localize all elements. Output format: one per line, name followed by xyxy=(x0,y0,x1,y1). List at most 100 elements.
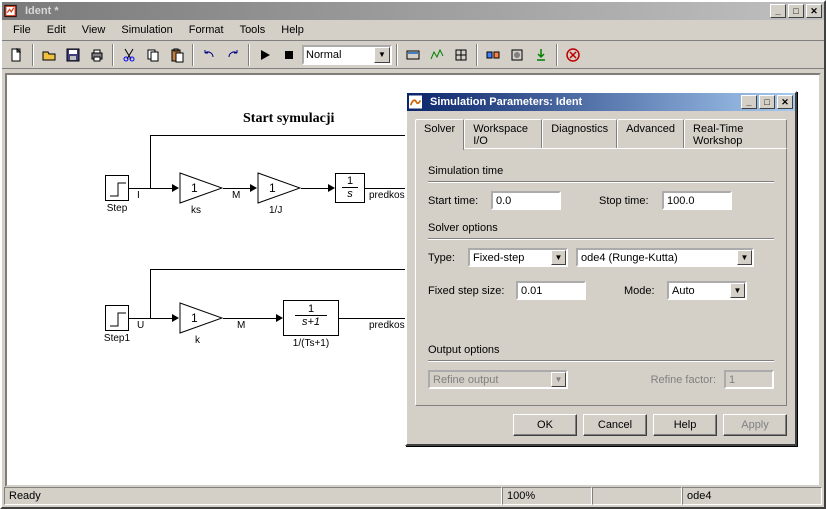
wire xyxy=(129,188,177,189)
undo-icon[interactable] xyxy=(198,44,220,66)
signal-I: I xyxy=(137,190,140,201)
select-solver[interactable]: ode4 (Runge-Kutta) ▼ xyxy=(576,248,754,267)
menu-help[interactable]: Help xyxy=(274,22,311,38)
label-step: Step xyxy=(101,203,133,214)
label-type: Type: xyxy=(428,252,460,264)
main-titlebar: Ident * _ □ ✕ xyxy=(2,2,824,20)
redo-icon[interactable] xyxy=(222,44,244,66)
close-button[interactable]: ✕ xyxy=(806,4,822,18)
out-label-1: predkosc xyxy=(369,190,410,201)
wire xyxy=(150,269,410,270)
label-k: k xyxy=(195,335,200,346)
arrow-icon xyxy=(172,184,179,192)
dialog-maximize-button[interactable]: □ xyxy=(759,95,775,109)
block-transfer-fcn[interactable]: 1 s+1 xyxy=(283,300,339,336)
apply-button: Apply xyxy=(723,414,787,436)
wire xyxy=(150,135,151,188)
select-type-value: Fixed-step xyxy=(470,252,551,264)
arrow-icon xyxy=(250,184,257,192)
svg-text:1: 1 xyxy=(191,181,198,195)
tool-icon-4[interactable] xyxy=(482,44,504,66)
tab-solver[interactable]: Solver xyxy=(415,119,464,150)
select-type[interactable]: Fixed-step ▼ xyxy=(468,248,568,267)
wire xyxy=(223,318,281,319)
tab-rtw[interactable]: Real-Time Workshop xyxy=(684,119,787,150)
arrow-icon xyxy=(328,184,335,192)
toolbar: ▼ xyxy=(2,41,824,69)
tab-workspace-io[interactable]: Workspace I/O xyxy=(464,119,542,150)
wire xyxy=(339,318,409,319)
chevron-down-icon[interactable]: ▼ xyxy=(737,250,752,265)
label-ks: ks xyxy=(191,205,201,216)
input-stop-time[interactable] xyxy=(662,191,732,210)
menu-tools[interactable]: Tools xyxy=(233,22,273,38)
play-icon[interactable] xyxy=(254,44,276,66)
group-output-options: Output options xyxy=(428,344,774,356)
wire xyxy=(365,188,409,189)
select-mode[interactable]: Auto ▼ xyxy=(667,281,747,300)
out-label-2: predkosc xyxy=(369,320,410,331)
menu-file[interactable]: File xyxy=(6,22,38,38)
label-stop-time: Stop time: xyxy=(599,195,654,207)
tab-diagnostics[interactable]: Diagnostics xyxy=(542,119,617,150)
input-start-time[interactable] xyxy=(491,191,561,210)
dialog-close-button[interactable]: ✕ xyxy=(777,95,793,109)
tool-icon-6[interactable] xyxy=(530,44,552,66)
block-gain-k[interactable]: 1 xyxy=(179,302,223,337)
tabstrip: Solver Workspace I/O Diagnostics Advance… xyxy=(415,119,787,150)
minimize-button[interactable]: _ xyxy=(770,4,786,18)
block-step[interactable] xyxy=(105,175,129,201)
statusbar: Ready 100% ode4 xyxy=(4,487,822,505)
chevron-down-icon[interactable]: ▼ xyxy=(551,250,566,265)
menu-view[interactable]: View xyxy=(75,22,113,38)
wire xyxy=(150,135,410,136)
cancel-button[interactable]: Cancel xyxy=(583,414,647,436)
stop-icon[interactable] xyxy=(278,44,300,66)
input-fixed-step[interactable] xyxy=(516,281,586,300)
label-start-time: Start time: xyxy=(428,195,483,207)
block-gain-ks[interactable]: 1 xyxy=(179,172,223,207)
block-gain-1J[interactable]: 1 xyxy=(257,172,301,207)
tool-icon-3[interactable] xyxy=(450,44,472,66)
copy-icon[interactable] xyxy=(142,44,164,66)
tool-icon-7[interactable] xyxy=(562,44,584,66)
dialog-titlebar[interactable]: Simulation Parameters: Ident _ □ ✕ xyxy=(407,93,795,111)
app-icon xyxy=(4,3,20,19)
dialog-minimize-button[interactable]: _ xyxy=(741,95,757,109)
group-sim-time: Simulation time xyxy=(428,165,774,177)
menu-edit[interactable]: Edit xyxy=(40,22,73,38)
status-solver: ode4 xyxy=(682,487,822,505)
select-output-value: Refine output xyxy=(430,374,551,386)
status-ready: Ready xyxy=(4,487,502,505)
menu-simulation[interactable]: Simulation xyxy=(114,22,179,38)
save-icon[interactable] xyxy=(62,44,84,66)
label-refine-factor: Refine factor: xyxy=(651,374,716,386)
open-icon[interactable] xyxy=(38,44,60,66)
print-icon[interactable] xyxy=(86,44,108,66)
maximize-button[interactable]: □ xyxy=(788,4,804,18)
tool-icon-1[interactable] xyxy=(402,44,424,66)
label-1J: 1/J xyxy=(269,205,282,216)
tool-icon-2[interactable] xyxy=(426,44,448,66)
simulation-mode-value[interactable] xyxy=(304,49,374,61)
block-integrator[interactable]: 1 s xyxy=(335,173,365,203)
help-button[interactable]: Help xyxy=(653,414,717,436)
simulation-mode-combo[interactable]: ▼ xyxy=(302,45,392,65)
menubar: File Edit View Simulation Format Tools H… xyxy=(2,20,824,41)
menu-format[interactable]: Format xyxy=(182,22,231,38)
group-solver-options: Solver options xyxy=(428,222,774,234)
paste-icon[interactable] xyxy=(166,44,188,66)
tabpanel-solver: Simulation time Start time: Stop time: S… xyxy=(415,148,787,406)
matlab-icon xyxy=(409,94,425,110)
ok-button[interactable]: OK xyxy=(513,414,577,436)
block-step1[interactable] xyxy=(105,305,129,331)
tab-advanced[interactable]: Advanced xyxy=(617,119,684,150)
svg-text:1: 1 xyxy=(191,311,198,325)
chevron-down-icon[interactable]: ▼ xyxy=(730,283,745,298)
wire xyxy=(150,269,151,318)
select-mode-value: Auto xyxy=(669,285,730,297)
tool-icon-5[interactable] xyxy=(506,44,528,66)
new-icon[interactable] xyxy=(6,44,28,66)
cut-icon[interactable] xyxy=(118,44,140,66)
chevron-down-icon[interactable]: ▼ xyxy=(374,47,390,63)
